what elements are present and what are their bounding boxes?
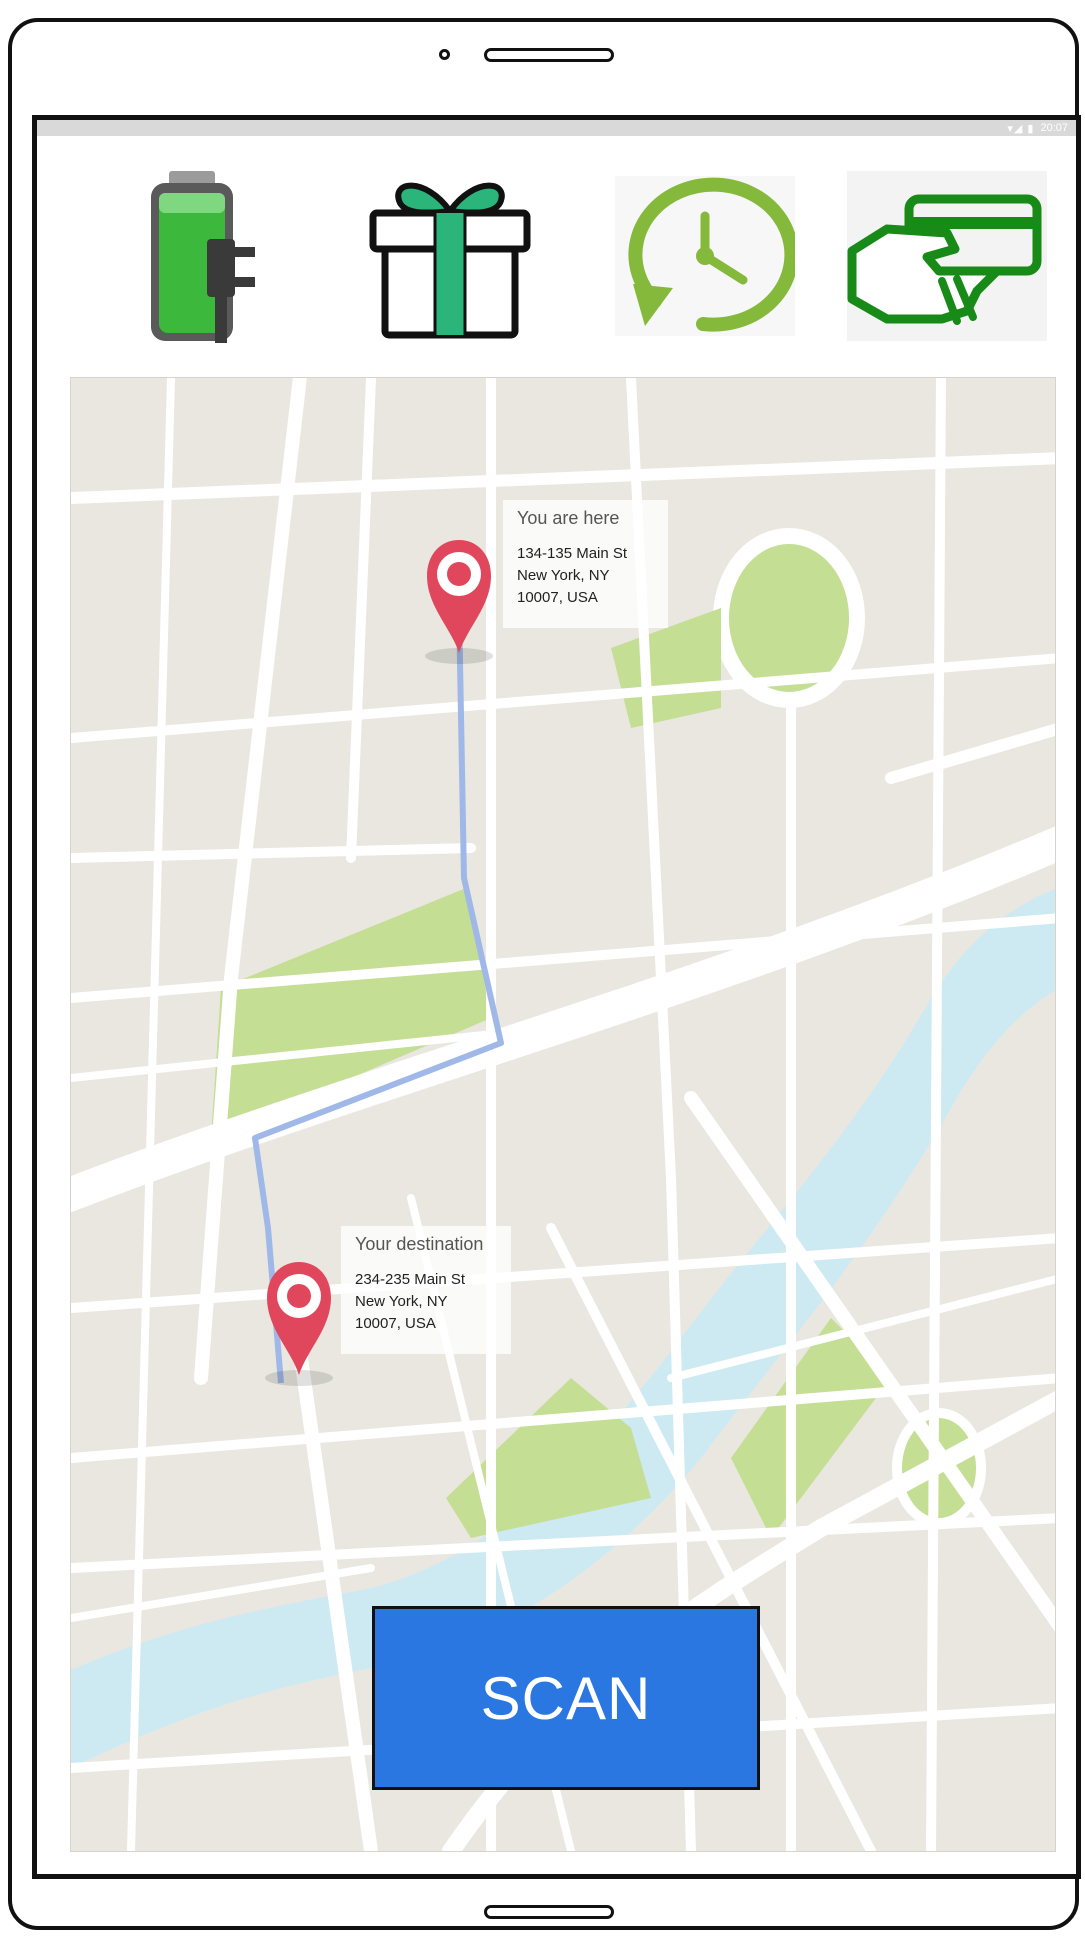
origin-info-card: You are here 134-135 Main St New York, N… [503, 500, 668, 628]
destination-title: Your destination [355, 1234, 484, 1254]
destination-address-line1: 234-235 Main St [355, 1271, 466, 1288]
origin-pin-icon[interactable] [427, 540, 491, 653]
tablet-frame: ▾◢ ▮ 20:07 You are here 134-135 Main St … [8, 18, 1081, 1930]
home-button[interactable] [484, 1905, 614, 1919]
screen: ▾◢ ▮ 20:07 You are here 134-135 Main St … [32, 115, 1081, 1879]
scan-button[interactable]: SCAN [372, 1606, 760, 1790]
speaker-grille [484, 48, 614, 62]
history-button[interactable] [612, 166, 797, 346]
battery-charging-icon [151, 170, 255, 343]
origin-address-line2: New York, NY 10007, USA [517, 567, 610, 606]
destination-info-card: Your destination 234-235 Main St New Yor… [341, 1226, 511, 1354]
payment-button[interactable] [847, 166, 1047, 346]
origin-address-line1: 134-135 Main St [517, 545, 628, 562]
battery-charging-button[interactable] [137, 166, 277, 346]
origin-title: You are here [517, 508, 620, 528]
card-payment-icon [847, 171, 1047, 341]
clock-history-icon [614, 176, 795, 336]
gift-icon [369, 182, 530, 339]
destination-address-line2: New York, NY 10007, USA [355, 1293, 448, 1332]
gift-button[interactable] [357, 166, 542, 346]
toolbar [37, 136, 1076, 376]
status-icons: ▾◢ ▮ [1007, 122, 1035, 135]
status-time: 20:07 [1040, 122, 1068, 134]
front-camera [439, 49, 450, 60]
status-bar: ▾◢ ▮ 20:07 [37, 120, 1076, 136]
